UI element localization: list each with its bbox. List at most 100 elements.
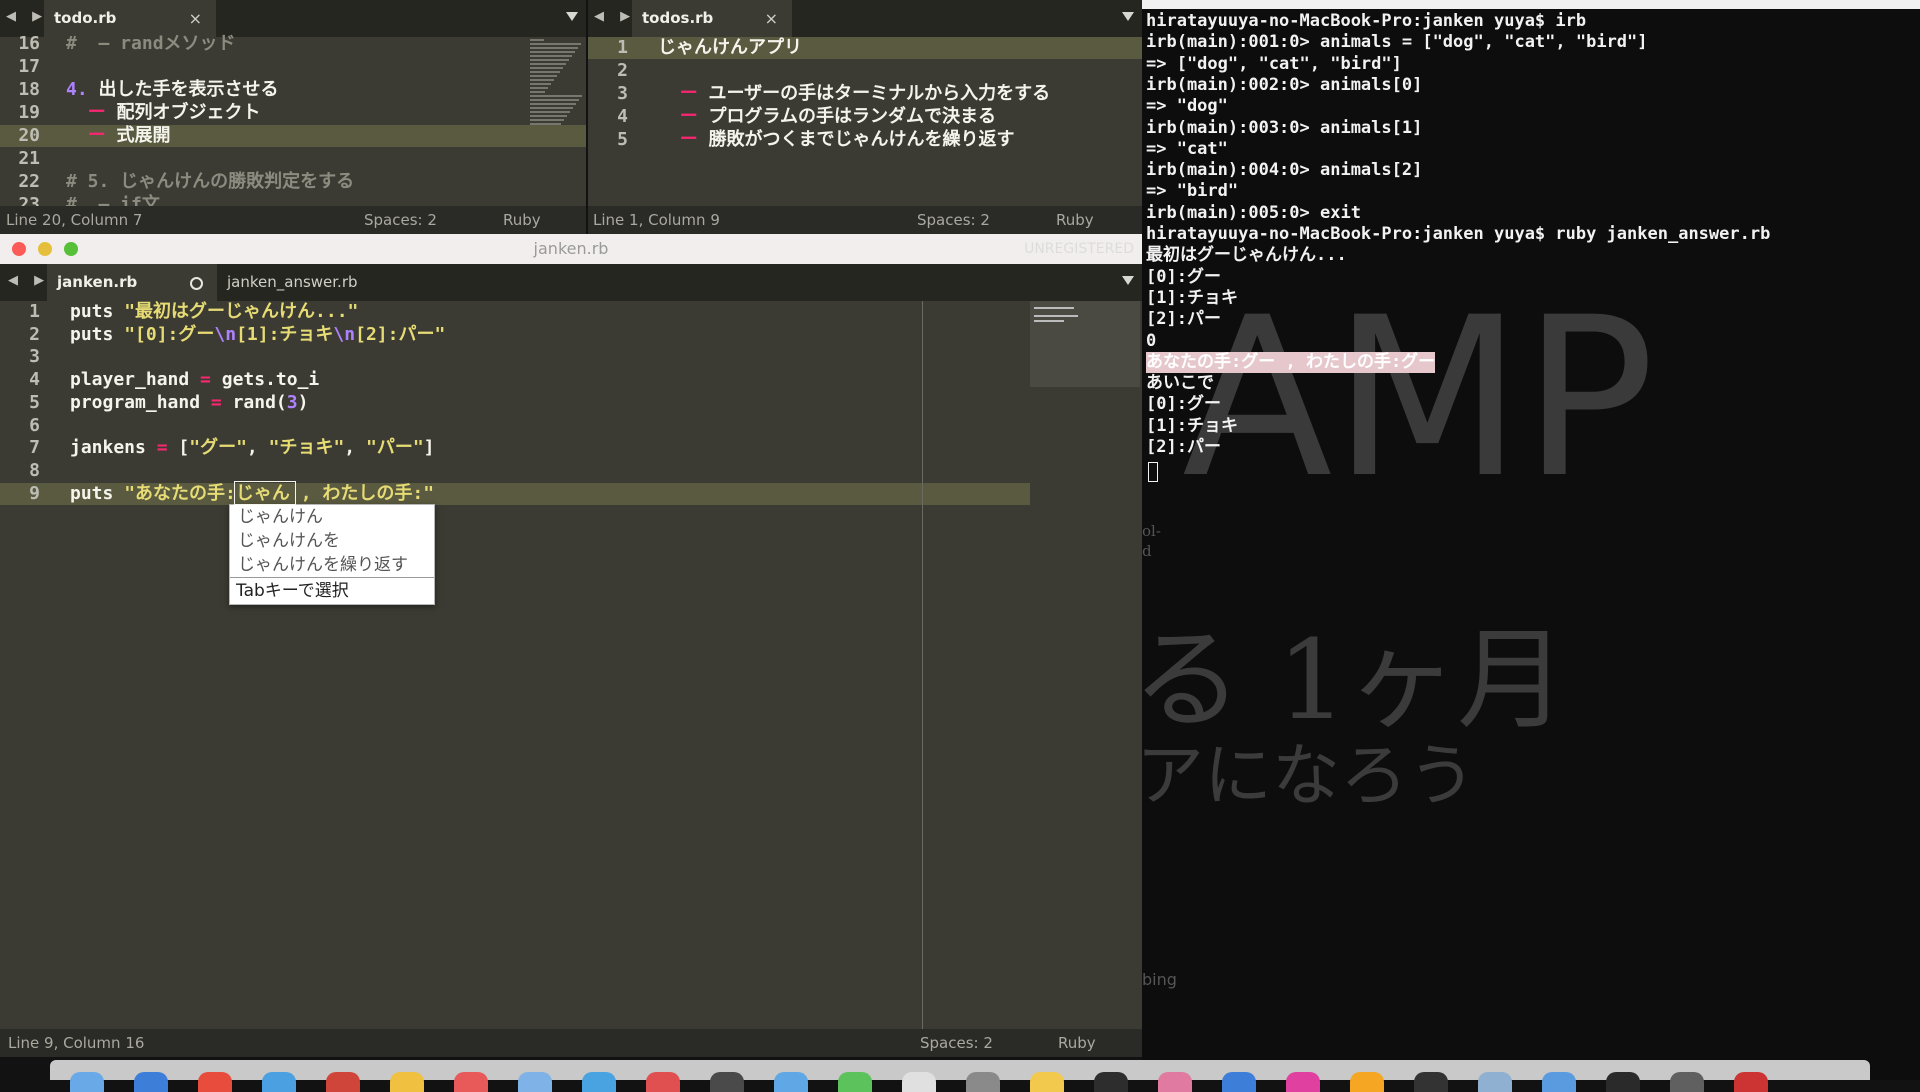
line-text: ー 勝敗がつくまでじゃんけんを繰り返す xyxy=(679,129,1015,150)
dock-app-icon[interactable] xyxy=(902,1072,936,1092)
code-line[interactable]: 4 player_hand = gets.to_i xyxy=(0,369,1142,391)
dock-app-icon[interactable] xyxy=(838,1072,872,1092)
dock-app-icon[interactable] xyxy=(1286,1072,1320,1092)
syntax-setting[interactable]: Ruby xyxy=(1058,1029,1096,1057)
code-area[interactable]: 16 # ― randメソッド 17 18 4. 出した手を表示させる 19 ー 配列オブ… xyxy=(0,33,586,215)
close-icon[interactable]: × xyxy=(765,0,778,37)
code-line[interactable]: 18 4. 出した手を表示させる xyxy=(0,79,586,101)
dock-app-icon[interactable] xyxy=(966,1072,1000,1092)
wallpaper-text-side: ol- xyxy=(1142,522,1161,540)
tab-todo-rb[interactable]: todo.rb × xyxy=(44,0,216,37)
code-line[interactable]: 20 ー 式展開 xyxy=(0,125,586,147)
code-line[interactable]: 1 puts "最初はグーじゃんけん..." xyxy=(0,301,1142,323)
dock-app-icon[interactable] xyxy=(646,1072,680,1092)
dock-app-icon[interactable] xyxy=(582,1072,616,1092)
dock xyxy=(50,1060,1870,1092)
dock-app-icon[interactable] xyxy=(1414,1072,1448,1092)
dock-app-icon[interactable] xyxy=(262,1072,296,1092)
tab-janken-answer-rb[interactable]: janken_answer.rb xyxy=(217,264,417,301)
code-line[interactable]: 3 ー ユーザーの手はターミナルから入力をする xyxy=(588,83,1142,105)
terminal-titlebar[interactable] xyxy=(1142,0,1920,9)
tab-label: todos.rb xyxy=(642,9,714,27)
code-line[interactable]: 16 # ― randメソッド xyxy=(0,33,586,55)
autocomplete-item[interactable]: じゃんけん xyxy=(230,505,434,529)
terminal-window[interactable]: AMP る 1ヶ月 アになろう ol- d bing hiratayuuya-n… xyxy=(1142,0,1920,1080)
chevron-down-icon[interactable] xyxy=(1122,12,1134,21)
nav-arrows-icon[interactable]: ◀ ▶ xyxy=(6,9,48,24)
code-line[interactable]: 22 # 5. じゃんけんの勝敗判定をする xyxy=(0,171,586,193)
minimap-line xyxy=(530,43,581,45)
terminal-line: => "dog" xyxy=(1146,96,1228,117)
dock-app-icon[interactable] xyxy=(518,1072,552,1092)
dock-app-icon[interactable] xyxy=(70,1072,104,1092)
code-area[interactable]: 1 puts "最初はグーじゃんけん..." 2 puts "[0]:グー\n[1]:… xyxy=(0,301,1142,1029)
nav-arrows-icon[interactable]: ◀ ▶ xyxy=(594,9,636,24)
dock-app-icon[interactable] xyxy=(1670,1072,1704,1092)
chevron-down-icon[interactable] xyxy=(1122,276,1134,285)
minimap-line xyxy=(530,55,572,57)
code-line[interactable]: 6 xyxy=(0,415,1142,437)
code-line[interactable]: 2 puts "[0]:グー\n[1]:チョキ\n[2]:パー" xyxy=(0,324,1142,346)
terminal-line: [0]:グー xyxy=(1146,394,1221,415)
dock-app-icon[interactable] xyxy=(1030,1072,1064,1092)
terminal-line: 0 xyxy=(1146,330,1157,351)
syntax-setting[interactable]: Ruby xyxy=(503,206,541,234)
indentation-setting[interactable]: Spaces: 2 xyxy=(364,206,437,234)
dock-app-icon[interactable] xyxy=(1222,1072,1256,1092)
code-line[interactable]: 8 xyxy=(0,460,1142,482)
dock-app-icon[interactable] xyxy=(1542,1072,1576,1092)
indentation-setting[interactable]: Spaces: 2 xyxy=(920,1029,993,1057)
code-line[interactable]: 17 xyxy=(0,56,586,78)
dock-app-icon[interactable] xyxy=(710,1072,744,1092)
tab-janken-rb[interactable]: janken.rb xyxy=(47,264,217,301)
minimap[interactable] xyxy=(530,37,586,167)
line-text: # 5. じゃんけんの勝敗判定をする xyxy=(66,171,355,192)
code-line[interactable]: 5 program_hand = rand(3) xyxy=(0,392,1142,414)
code-line[interactable]: 7 jankens = ["グー", "チョキ", "パー"] xyxy=(0,437,1142,459)
window-title: janken.rb xyxy=(533,239,609,258)
dock-app-icon[interactable] xyxy=(1478,1072,1512,1092)
code-line[interactable]: 21 xyxy=(0,148,586,170)
autocomplete-item[interactable]: じゃんけんを xyxy=(230,529,434,553)
chevron-down-icon[interactable] xyxy=(566,12,578,21)
code-line[interactable]: 19 ー 配列オブジェクト xyxy=(0,102,586,124)
minimap[interactable] xyxy=(1030,301,1140,387)
dock-app-icon[interactable] xyxy=(198,1072,232,1092)
dock-app-icon[interactable] xyxy=(774,1072,808,1092)
line-number: 4 xyxy=(617,106,628,127)
code-line[interactable]: 9 puts "あなたの手:じゃん , わたしの手:" xyxy=(0,482,1030,505)
dock-app-icon[interactable] xyxy=(1606,1072,1640,1092)
terminal-cursor xyxy=(1148,462,1158,482)
syntax-setting[interactable]: Ruby xyxy=(1056,206,1094,234)
line-number: 4 xyxy=(29,369,40,391)
autocomplete-item[interactable]: じゃんけんを繰り返す xyxy=(230,553,434,577)
status-bar: Line 1, Column 9 Spaces: 2 Ruby xyxy=(588,206,1142,234)
nav-arrows-icon[interactable]: ◀ ▶ xyxy=(8,273,50,288)
close-icon[interactable]: × xyxy=(189,0,202,37)
tab-todos-rb[interactable]: todos.rb × xyxy=(632,0,792,37)
minimap-line xyxy=(530,71,560,73)
code-line[interactable]: 4 ー プログラムの手はランダムで決まる xyxy=(588,106,1142,128)
indentation-setting[interactable]: Spaces: 2 xyxy=(917,206,990,234)
code-line[interactable]: 1 じゃんけんアプリ xyxy=(588,37,1142,59)
dock-app-icon[interactable] xyxy=(134,1072,168,1092)
dock-app-icon[interactable] xyxy=(1734,1072,1768,1092)
dock-app-icon[interactable] xyxy=(326,1072,360,1092)
code-line[interactable]: 5 ー 勝敗がつくまでじゃんけんを繰り返す xyxy=(588,129,1142,151)
line-text: じゃんけんアプリ xyxy=(658,37,802,58)
line-number: 22 xyxy=(18,171,40,192)
dock-app-icon[interactable] xyxy=(1158,1072,1192,1092)
dock-app-icon[interactable] xyxy=(390,1072,424,1092)
code-line[interactable]: 3 xyxy=(0,346,1142,368)
janken-editor-pane: ◀ ▶ janken.rb janken_answer.rb 1 puts "最初… xyxy=(0,264,1142,1057)
window-titlebar[interactable]: janken.rb UNREGISTERED xyxy=(0,234,1142,264)
code-area[interactable]: 1 じゃんけんアプリ 2 3 ー ユーザーの手はターミナルから入力をする 4 ー プログ… xyxy=(588,37,1142,206)
wallpaper-text-amp: AMP xyxy=(1182,270,1655,526)
dock-app-icon[interactable] xyxy=(1350,1072,1384,1092)
dock-app-icon[interactable] xyxy=(1094,1072,1128,1092)
code-line[interactable]: 2 xyxy=(588,60,1142,82)
dock-app-icon[interactable] xyxy=(454,1072,488,1092)
unsaved-dot-icon[interactable] xyxy=(190,277,203,290)
tab-label: janken_answer.rb xyxy=(227,273,358,291)
line-text: ー 配列オブジェクト xyxy=(87,102,261,123)
